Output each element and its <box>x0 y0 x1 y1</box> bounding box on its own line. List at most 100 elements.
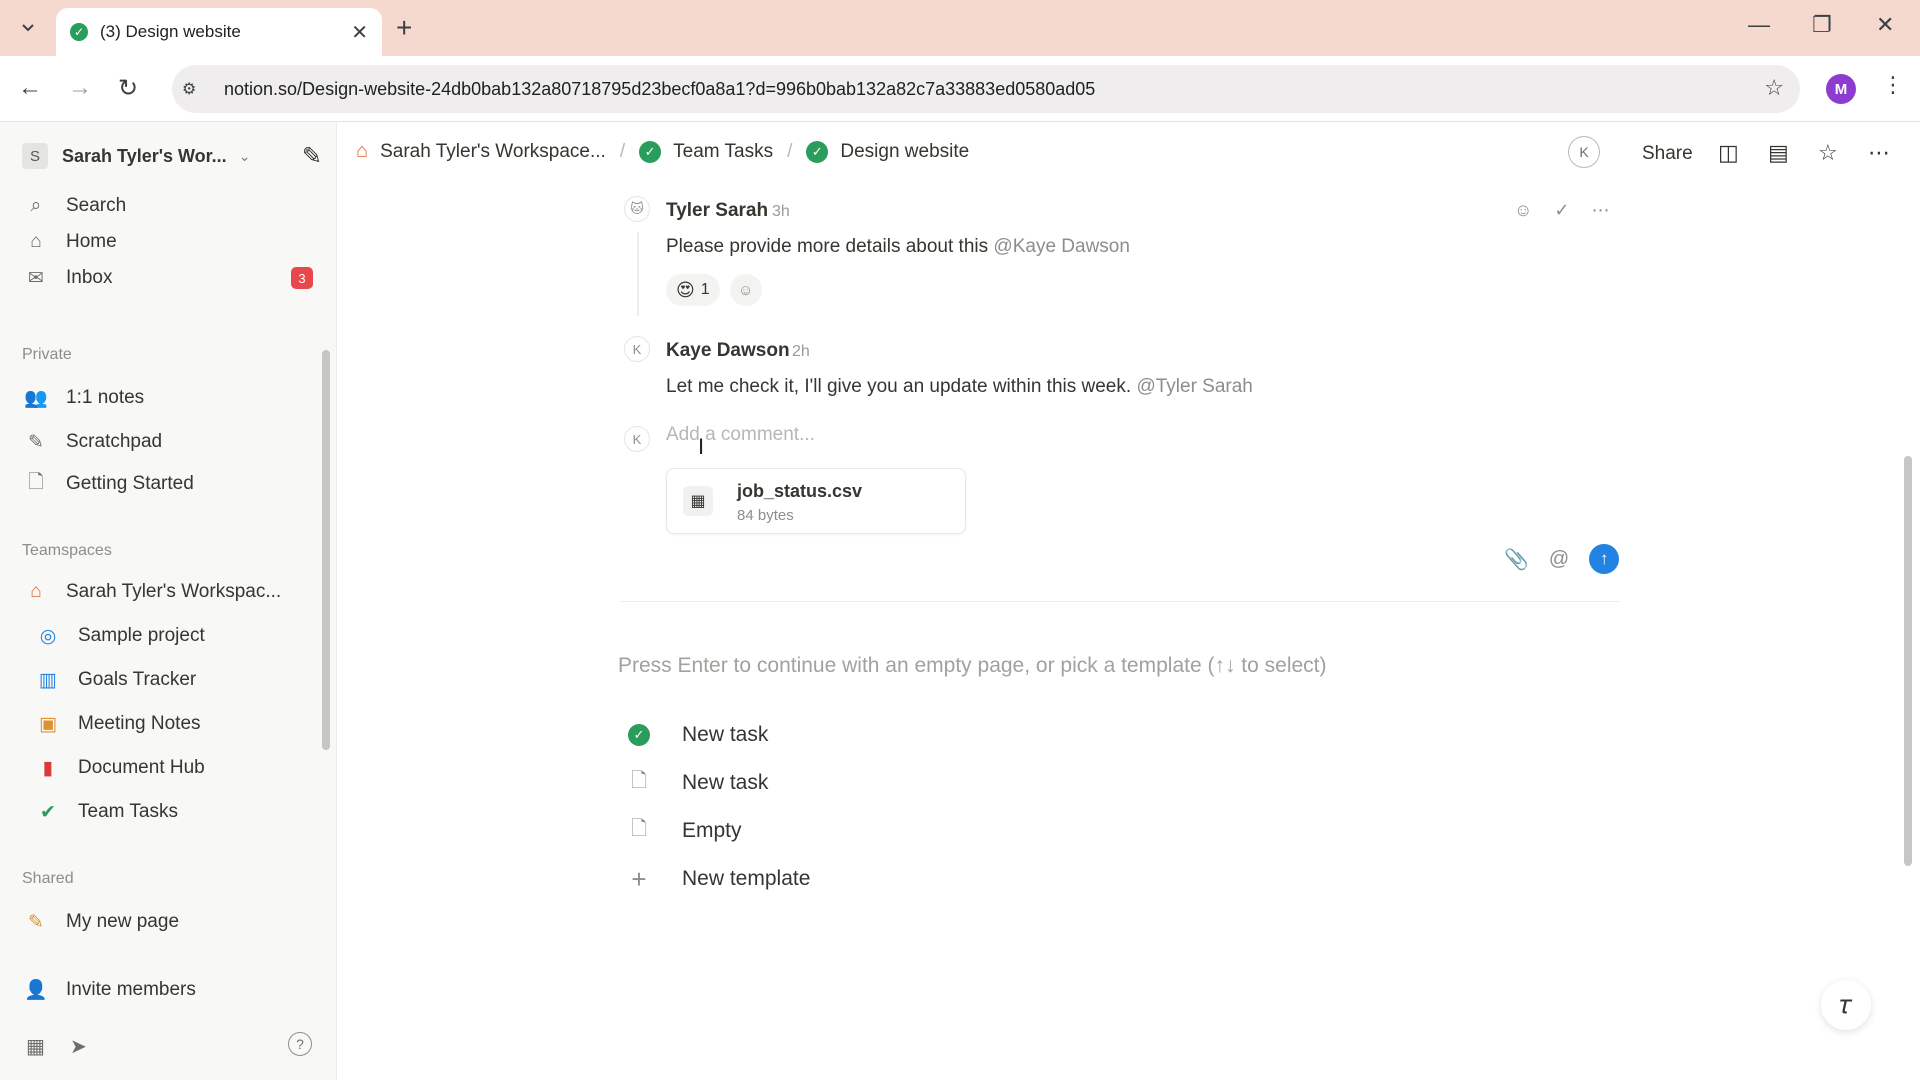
browser-tab-active[interactable]: ✓ (3) Design website ✕ <box>56 8 382 56</box>
breadcrumb-team-tasks[interactable]: Team Tasks <box>673 141 773 163</box>
side-peek-icon[interactable]: ◫ <box>1718 140 1739 166</box>
sidebar-item-1-1-notes[interactable]: 👥 1:1 notes <box>22 380 327 416</box>
comment-author[interactable]: Kaye Dawson <box>666 340 790 362</box>
check-circle-icon: ✓ <box>639 140 662 163</box>
notion-ai-icon[interactable]: 𝜏 <box>1821 980 1871 1030</box>
sidebar-item-search[interactable]: ⌕ Search <box>22 188 327 224</box>
avatar-current-user: K <box>624 426 650 452</box>
comment-actions: ☺ ✓ ⋯ <box>1514 200 1609 221</box>
breadcrumb-design-website[interactable]: Design website <box>840 141 969 163</box>
sidebar-item-team-tasks[interactable]: ✔ Team Tasks <box>22 794 327 830</box>
attachment-card[interactable]: ▦ job_status.csv 84 bytes <box>666 468 966 534</box>
comment-author[interactable]: Tyler Sarah <box>666 200 768 222</box>
comment-body: Let me check it, I'll give you an update… <box>666 376 1253 398</box>
comment-time: 3h <box>772 203 790 220</box>
table-icon: ▦ <box>683 486 713 516</box>
template-option-empty[interactable]: 🗋 Empty <box>626 814 742 848</box>
home-icon: ⌂ <box>30 581 42 602</box>
add-reaction-icon[interactable]: ☺ <box>729 274 762 306</box>
breadcrumb-separator: / <box>619 140 626 162</box>
address-bar[interactable]: ⚙ notion.so/Design-website-24db0bab132a8… <box>172 65 1800 113</box>
new-page-icon[interactable]: ✎ <box>302 142 322 171</box>
send-icon[interactable]: ➤ <box>70 1034 87 1059</box>
bookmark-star-icon[interactable]: ☆ <box>1764 75 1784 101</box>
sidebar-item-home[interactable]: ⌂ Home <box>22 224 327 260</box>
add-reaction-icon[interactable]: ☺ <box>1514 200 1532 221</box>
sidebar-footer: ▦ ➤ ? <box>22 1030 322 1066</box>
plus-icon: + <box>631 863 647 894</box>
sidebar-item-document-hub[interactable]: ▮ Document Hub <box>22 750 327 786</box>
page-scrollbar[interactable] <box>1904 456 1912 866</box>
breadcrumb-workspace[interactable]: Sarah Tyler's Workspace... <box>380 141 606 163</box>
sidebar-scrollbar[interactable] <box>322 350 330 750</box>
restore-icon[interactable]: ❐ <box>1812 12 1832 38</box>
check-circle-icon: ✓ <box>806 140 829 163</box>
page-icon: 🗋 <box>630 818 648 840</box>
avatar-tyler-sarah: 🐱 <box>624 196 650 222</box>
sidebar-item-label: Inbox <box>66 267 113 288</box>
new-tab-button[interactable]: + <box>396 14 412 42</box>
attach-paperclip-icon[interactable]: 📎 <box>1504 547 1529 572</box>
sidebar-teamspace[interactable]: ⌂ Sarah Tyler's Workspac... <box>22 574 327 610</box>
browser-menu-icon[interactable]: ⋮ <box>1882 72 1904 98</box>
template-option-new-task[interactable]: ✓ New task <box>626 718 768 752</box>
template-label: Empty <box>682 819 742 842</box>
profile-avatar[interactable]: M <box>1826 74 1856 104</box>
template-option-new-task-blank[interactable]: 🗋 New task <box>626 766 768 800</box>
invite-members-button[interactable]: 👤 Invite members <box>22 972 327 1008</box>
sidebar-item-my-new-page[interactable]: ✎ My new page <box>22 904 327 940</box>
document-icon: ▮ <box>42 757 54 779</box>
forward-icon[interactable]: → <box>68 74 92 102</box>
sidebar-item-inbox[interactable]: ✉ Inbox 3 <box>22 260 327 296</box>
template-label: New task <box>682 723 769 746</box>
sidebar-item-goals-tracker[interactable]: ▥ Goals Tracker <box>22 662 327 698</box>
attachment-size: 84 bytes <box>737 507 794 524</box>
send-button[interactable]: ↑ <box>1589 544 1620 574</box>
comment-text: Please provide more details about this <box>666 236 989 257</box>
sidebar-item-label: Sample project <box>78 625 205 646</box>
mention[interactable]: @Kaye Dawson <box>993 236 1130 257</box>
template-option-new-template[interactable]: + New template <box>626 862 810 896</box>
resolve-check-icon[interactable]: ✓ <box>1554 200 1569 221</box>
sidebar-item-label: Home <box>66 231 117 252</box>
close-window-icon[interactable]: ✕ <box>1876 12 1894 38</box>
sidebar-item-getting-started[interactable]: 🗋 Getting Started <box>22 466 327 502</box>
comment-input[interactable] <box>666 424 1166 446</box>
collaborator-avatar[interactable]: K <box>1568 136 1600 168</box>
calendar-icon[interactable]: ▦ <box>26 1034 45 1059</box>
inbox-icon: ✉ <box>28 267 44 289</box>
url-text[interactable]: notion.so/Design-website-24db0bab132a807… <box>224 79 1095 100</box>
project-icon: ◎ <box>39 625 57 647</box>
sidebar-item-scratchpad[interactable]: ✎ Scratchpad <box>22 424 327 460</box>
reaction-pill[interactable]: 😍 1 <box>666 274 720 306</box>
more-options-icon[interactable]: ⋯ <box>1591 200 1609 221</box>
private-heading: Private <box>22 346 72 363</box>
inbox-count-badge: 3 <box>291 267 313 289</box>
reload-icon[interactable]: ↻ <box>118 74 138 103</box>
divider <box>620 601 1620 602</box>
template-hint: Press Enter to continue with an empty pa… <box>618 654 1327 677</box>
avatar-kaye-dawson: K <box>624 336 650 362</box>
workspace-switcher[interactable]: S Sarah Tyler's Wor... ⌄ ✎ <box>22 140 322 172</box>
share-button[interactable]: Share <box>1642 143 1693 165</box>
chart-icon: ▥ <box>39 669 57 691</box>
comment-time: 2h <box>792 343 810 360</box>
sidebar-item-label: Team Tasks <box>78 801 178 822</box>
minimize-icon[interactable]: — <box>1748 12 1770 38</box>
chevron-down-icon <box>22 24 34 32</box>
close-tab-icon[interactable]: ✕ <box>351 20 368 45</box>
favorite-star-icon[interactable]: ☆ <box>1818 140 1838 166</box>
more-options-icon[interactable]: ⋯ <box>1868 140 1890 166</box>
heart-eyes-emoji-icon: 😍 <box>676 279 695 300</box>
mention[interactable]: @Tyler Sarah <box>1136 376 1252 397</box>
comment-text: Let me check it, I'll give you an update… <box>666 376 1132 397</box>
sidebar: S Sarah Tyler's Wor... ⌄ ✎ ⌕ Search ⌂ Ho… <box>0 122 337 1080</box>
back-icon[interactable]: ← <box>18 74 42 102</box>
sidebar-item-sample-project[interactable]: ◎ Sample project <box>22 618 327 654</box>
comments-icon[interactable]: ▤ <box>1768 140 1789 166</box>
tab-search-button[interactable] <box>12 10 44 46</box>
help-icon[interactable]: ? <box>288 1032 312 1056</box>
mention-at-icon[interactable]: @ <box>1549 548 1569 571</box>
site-info-icon[interactable]: ⚙ <box>182 79 204 99</box>
sidebar-item-meeting-notes[interactable]: ▣ Meeting Notes <box>22 706 327 742</box>
